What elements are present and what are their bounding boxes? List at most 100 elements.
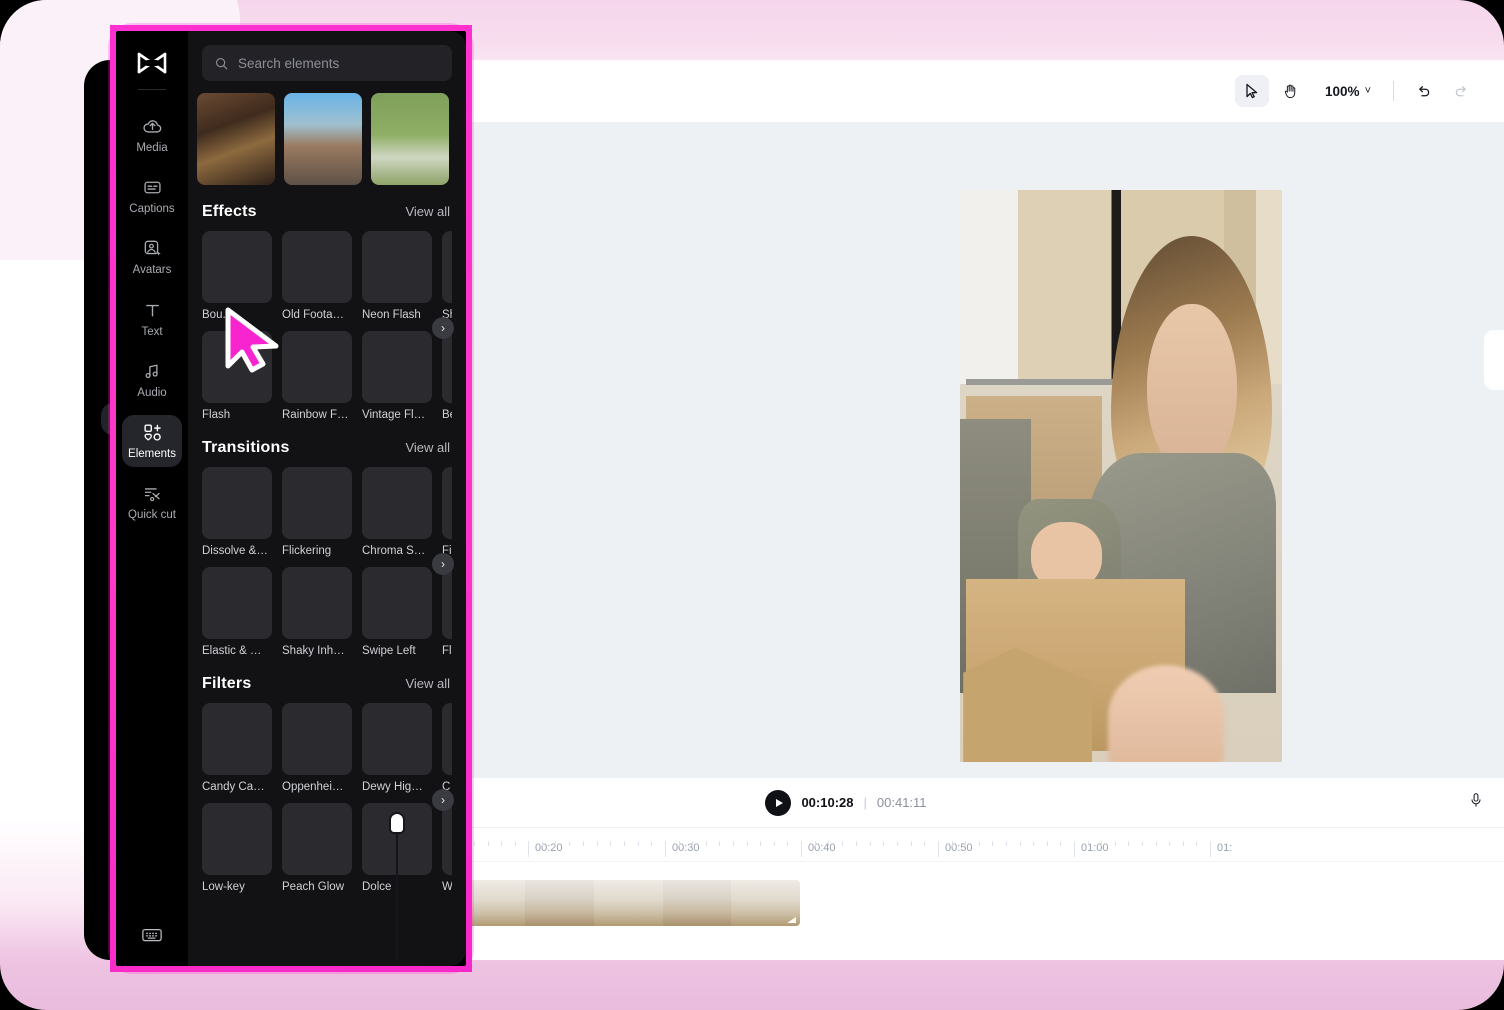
effect-thumb — [202, 331, 272, 403]
app-window: Media Captions Avatars Text Audio Elemen… — [0, 0, 1504, 1010]
grid-row: Dissolve &… Flickering Chroma S… Fi — [202, 467, 452, 557]
sidebar-item-elements[interactable]: Elements — [122, 415, 182, 467]
effect-item[interactable]: Old Foota… — [282, 231, 352, 321]
ruler-minor-tick — [515, 841, 516, 846]
scroll-right-button[interactable]: › — [432, 317, 454, 339]
effect-item[interactable]: Bou... — [202, 231, 272, 321]
ruler-minor-tick — [924, 841, 925, 846]
ruler-minor-tick — [1142, 841, 1143, 846]
search-input[interactable]: Search elements — [202, 45, 452, 81]
filters-grid: › Candy Ca… Oppenhei… Dewy Hig… C Low-ke… — [202, 703, 452, 893]
redo-button[interactable] — [1444, 75, 1478, 107]
effect-thumb — [442, 231, 452, 303]
transition-item[interactable]: Shaky Inh… — [282, 567, 352, 657]
filter-label: W — [442, 881, 452, 893]
effects-grid: › Bou... Old Foota… Neon Flash Sh Flash … — [202, 231, 452, 421]
filter-item[interactable]: Oppenhei… — [282, 703, 352, 793]
clip-fade-handle[interactable] — [787, 917, 796, 923]
sidebar-divider — [138, 89, 166, 90]
filter-item[interactable]: Dewy Hig… — [362, 703, 432, 793]
grid-row: Candy Ca… Oppenhei… Dewy Hig… C — [202, 703, 452, 793]
music-note-icon — [142, 361, 163, 382]
quick-cut-icon — [142, 483, 163, 504]
ruler-minor-tick — [1060, 841, 1061, 846]
ruler-minor-tick — [706, 841, 707, 846]
keyboard-shortcuts-button[interactable] — [116, 926, 188, 944]
zoom-level-control[interactable]: 100% ˅ — [1311, 84, 1381, 99]
ruler-minor-tick — [733, 841, 734, 846]
section-title: Transitions — [202, 439, 290, 457]
sidebar-item-avatars[interactable]: Avatars — [122, 231, 182, 283]
filter-item[interactable]: C — [442, 703, 452, 793]
transition-item[interactable]: Dissolve &… — [202, 467, 272, 557]
ruler-tick: 00:50 — [938, 841, 973, 857]
sidebar-item-label: Avatars — [133, 264, 172, 277]
effect-item[interactable]: Be — [442, 331, 452, 421]
filter-thumb — [282, 703, 352, 775]
undo-button[interactable] — [1406, 75, 1440, 107]
current-time: 00:10:28 — [801, 795, 853, 810]
ruler-minor-tick — [501, 841, 502, 846]
promo-thumb-puppy[interactable] — [371, 93, 449, 185]
transition-thumb — [202, 567, 272, 639]
filter-item[interactable]: Candy Ca… — [202, 703, 272, 793]
scroll-right-button[interactable]: › — [432, 553, 454, 575]
effect-item[interactable]: Neon Flash — [362, 231, 432, 321]
promo-thumbnails — [188, 85, 466, 185]
transition-item[interactable]: Fi — [442, 467, 452, 557]
filter-label: Candy Ca… — [202, 781, 272, 793]
ruler-minor-tick — [897, 841, 898, 846]
transition-label: Elastic & … — [202, 645, 272, 657]
effect-item[interactable]: Flash — [202, 331, 272, 421]
filter-item[interactable]: Low-key — [202, 803, 272, 893]
ruler-minor-tick — [1183, 841, 1184, 846]
transition-thumb — [362, 467, 432, 539]
transition-item[interactable]: Swipe Left — [362, 567, 432, 657]
effect-label: Bou... — [202, 309, 272, 321]
section-title: Filters — [202, 675, 251, 693]
zoom-level-value: 100% — [1325, 84, 1360, 99]
capcut-logo-icon[interactable] — [135, 51, 169, 75]
sidebar-item-text[interactable]: Text — [122, 293, 182, 345]
transition-thumb — [202, 467, 272, 539]
transition-item[interactable]: Fl — [442, 567, 452, 657]
sidebar-item-audio[interactable]: Audio — [122, 354, 182, 406]
filter-thumb — [362, 703, 432, 775]
transition-item[interactable]: Chroma S… — [362, 467, 432, 557]
view-all-filters-link[interactable]: View all — [405, 676, 450, 691]
screen: Media Captions Avatars Text Audio Elemen… — [0, 0, 1504, 1010]
effect-item[interactable]: Rainbow F… — [282, 331, 352, 421]
clip-frame — [663, 880, 732, 926]
ruler-minor-tick — [992, 841, 993, 846]
transition-item[interactable]: Flickering — [282, 467, 352, 557]
scroll-right-button[interactable]: › — [432, 789, 454, 811]
playhead-handle[interactable] — [389, 812, 405, 834]
timeline-playhead[interactable] — [396, 824, 398, 960]
text-t-icon — [142, 300, 163, 321]
transition-item[interactable]: Elastic & … — [202, 567, 272, 657]
microphone-icon — [1468, 791, 1484, 809]
sidebar-item-quick-cut[interactable]: Quick cut — [122, 476, 182, 528]
ruler-minor-tick — [1115, 841, 1116, 846]
select-tool-button[interactable] — [1235, 75, 1269, 107]
sidebar-item-captions[interactable]: Captions — [122, 170, 182, 222]
record-voiceover-button[interactable] — [1468, 791, 1484, 814]
filter-item[interactable]: W — [442, 803, 452, 893]
hand-tool-button[interactable] — [1273, 75, 1307, 107]
effect-item[interactable]: Sh — [442, 231, 452, 321]
hand-icon — [1282, 83, 1299, 100]
promo-thumb-food[interactable] — [197, 93, 275, 185]
filter-item[interactable]: Peach Glow — [282, 803, 352, 893]
play-button[interactable] — [765, 790, 791, 816]
view-all-effects-link[interactable]: View all — [405, 204, 450, 219]
sidebar-item-label: Captions — [129, 203, 174, 216]
video-blurred-hand — [1108, 665, 1224, 762]
ruler-minor-tick — [719, 841, 720, 846]
view-all-transitions-link[interactable]: View all — [405, 440, 450, 455]
promo-thumb-street[interactable] — [284, 93, 362, 185]
ruler-minor-tick — [856, 841, 857, 846]
section-header: Filters View all — [202, 675, 452, 693]
sidebar-item-media[interactable]: Media — [122, 109, 182, 161]
effect-item[interactable]: Vintage Fl… — [362, 331, 432, 421]
video-preview[interactable] — [960, 190, 1282, 762]
